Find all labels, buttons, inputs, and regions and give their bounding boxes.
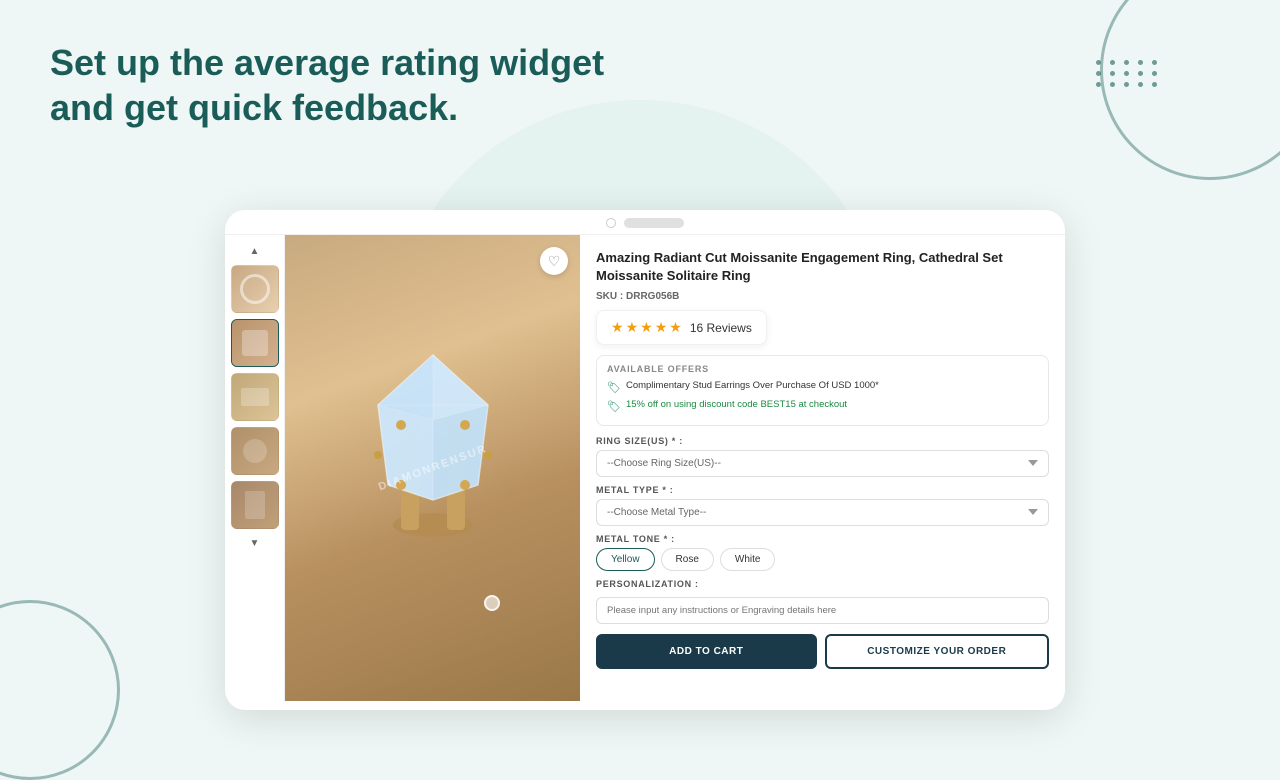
thumb-down-nav[interactable]: ▼ [245, 535, 265, 551]
wishlist-button[interactable]: ♡ [540, 247, 568, 275]
thumbnail-1[interactable] [231, 265, 279, 313]
sku-line: SKU : DRRG056B [596, 291, 1049, 302]
thumb-up-nav[interactable]: ▲ [245, 243, 265, 259]
personalization-label: PERSONALIZATION : [596, 579, 1049, 589]
thumbnail-4[interactable] [231, 427, 279, 475]
cursor-indicator [484, 595, 500, 611]
ring-size-select[interactable]: --Choose Ring Size(US)-- 456789 [596, 450, 1049, 477]
personalization-input[interactable] [596, 597, 1049, 624]
sku-value: DRRG056B [626, 291, 679, 302]
device-bar [225, 210, 1065, 235]
metal-type-label: METAL TYPE * : [596, 485, 1049, 495]
offers-title: AVAILABLE OFFERS [607, 364, 1038, 374]
ring-size-label: RING SIZE(US) * : [596, 436, 1049, 446]
customize-order-button[interactable]: CUSTOMIZE YOUR ORDER [825, 634, 1050, 669]
headline: Set up the average rating widget and get… [50, 40, 604, 130]
tone-yellow-btn[interactable]: Yellow [596, 548, 655, 571]
sku-label: SKU : [596, 291, 623, 302]
ring-illustration [333, 325, 533, 585]
metal-tone-options: Yellow Rose White [596, 548, 1049, 571]
thumbnail-5[interactable] [231, 481, 279, 529]
offer-item-2: 🏷 15% off on using discount code BEST15 … [607, 399, 1038, 414]
star-3: ★ [640, 319, 653, 336]
product-title: Amazing Radiant Cut Moissanite Engagemen… [596, 249, 1049, 285]
main-product-image: DIAMONRENSUR ♡ [285, 235, 580, 701]
bg-circle-bottom-left [0, 600, 120, 780]
add-to-cart-button[interactable]: ADD TO CART [596, 634, 817, 669]
thumbnail-3[interactable] [231, 373, 279, 421]
metal-tone-label: METAL TONE * : [596, 534, 1049, 544]
star-4: ★ [655, 319, 668, 336]
star-2: ★ [626, 319, 639, 336]
product-layout: ▲ [225, 235, 1065, 701]
star-5: ★ [669, 319, 682, 336]
offer-text-1: Complimentary Stud Earrings Over Purchas… [626, 380, 879, 392]
offers-section: AVAILABLE OFFERS 🏷 Complimentary Stud Ea… [596, 355, 1049, 426]
tone-rose-btn[interactable]: Rose [661, 548, 714, 571]
review-count[interactable]: 16 Reviews [690, 321, 752, 335]
headline-line1: Set up the average rating widget [50, 42, 604, 83]
star-1: ★ [611, 319, 624, 336]
dots-decoration [1096, 60, 1160, 87]
star-ratings: ★ ★ ★ ★ ★ [611, 319, 682, 336]
offer-tag-1: 🏷 [607, 381, 621, 395]
bg-circle-top-right [1100, 0, 1280, 180]
offer-tag-2: 🏷 [607, 400, 621, 414]
product-details-panel: Amazing Radiant Cut Moissanite Engagemen… [580, 235, 1065, 701]
headline-line2: and get quick feedback. [50, 87, 458, 128]
thumbnails-panel: ▲ [225, 235, 285, 701]
rating-widget[interactable]: ★ ★ ★ ★ ★ 16 Reviews [596, 310, 767, 345]
offer-item-1: 🏷 Complimentary Stud Earrings Over Purch… [607, 380, 1038, 395]
metal-type-select[interactable]: --Choose Metal Type-- GoldSilverPlatinum [596, 499, 1049, 526]
device-frame: ▲ [225, 210, 1065, 710]
thumbnail-2[interactable] [231, 319, 279, 367]
device-pill-indicator [624, 218, 684, 228]
device-circle-indicator [606, 218, 616, 228]
tone-white-btn[interactable]: White [720, 548, 776, 571]
action-buttons: ADD TO CART CUSTOMIZE YOUR ORDER [596, 634, 1049, 669]
offer-text-2: 15% off on using discount code BEST15 at… [626, 399, 847, 411]
